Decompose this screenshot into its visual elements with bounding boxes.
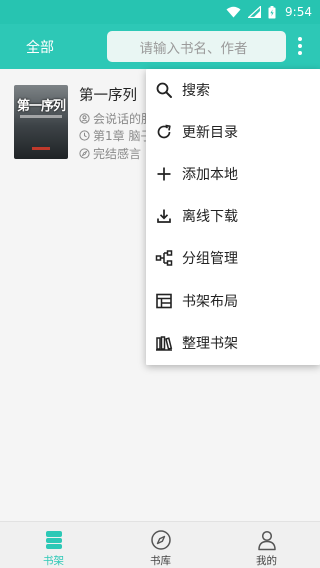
menu-item-label: 离线下载 [182,209,238,225]
compass-small-icon [79,148,90,159]
wifi-icon [226,6,241,18]
menu-item-label: 整理书架 [182,336,238,352]
menu-item-shelf-layout[interactable]: 书架布局 [146,280,320,322]
clock-icon [79,130,90,141]
menu-item-add-local[interactable]: 添加本地 [146,153,320,195]
book-author-row: 会说话的肘 [79,110,153,127]
menu-item-offline-download[interactable]: 离线下载 [146,195,320,237]
menu-item-label: 更新目录 [182,125,238,141]
search-input[interactable]: 请输入书名、作者 [107,31,286,62]
nav-label: 我的 [256,555,277,567]
refresh-icon [155,123,173,141]
bookshelf-icon [43,529,65,551]
book-author: 会说话的肘 [93,112,154,126]
menu-item-label: 书架布局 [182,294,238,310]
menu-item-label: 分组管理 [182,251,238,267]
group-icon [155,249,173,267]
compass-icon [150,529,172,551]
nav-item-bookshelf[interactable]: 书架 [0,522,107,568]
book-title: 第一序列 [79,88,137,104]
layout-icon [155,292,173,310]
nav-item-profile[interactable]: 我的 [213,522,320,568]
menu-item-label: 添加本地 [182,167,238,183]
menu-item-search[interactable]: 搜索 [146,69,320,111]
cover-decoration [20,115,62,118]
plus-icon [155,165,173,183]
menu-item-refresh[interactable]: 更新目录 [146,111,320,153]
options-popup-menu: 搜索 更新目录 添加本地 离线下载 分组管理 书架布局 整理书架 [146,69,320,365]
book-status-row: 完结感言 [79,145,141,162]
nav-label: 书架 [43,555,64,567]
signal-icon [248,6,262,18]
menu-item-label: 搜索 [182,83,210,99]
person-icon [256,529,278,551]
bottom-navigation: 书架 书库 我的 [0,521,320,568]
top-bar: 全部 请输入书名、作者 [0,24,320,69]
book-latest-chapter: 第1章 脑子 [93,129,153,143]
battery-icon [268,5,276,18]
nav-item-library[interactable]: 书库 [107,522,214,568]
author-icon [79,113,90,124]
book-update-status: 完结感言 [93,147,142,161]
status-time: 9:54 [285,5,312,19]
cover-decoration [32,147,50,150]
book-chapter-row: 第1章 脑子 [79,127,152,144]
menu-item-organize-shelf[interactable]: 整理书架 [146,322,320,364]
more-dot-icon [298,37,302,41]
status-bar: 9:54 [0,0,320,24]
group-selector[interactable]: 全部 [26,37,54,57]
book-cover-title: 第一序列 [16,99,66,114]
more-dot-icon [298,44,302,48]
book-cover[interactable]: 第一序列 [14,85,68,159]
nav-label: 书库 [150,555,171,567]
books-icon [155,334,173,352]
search-placeholder: 请输入书名、作者 [139,40,248,57]
more-dot-icon [298,51,302,55]
menu-item-group-manage[interactable]: 分组管理 [146,237,320,279]
download-icon [155,207,173,225]
more-options-button[interactable] [292,34,308,58]
search-icon [155,81,173,99]
